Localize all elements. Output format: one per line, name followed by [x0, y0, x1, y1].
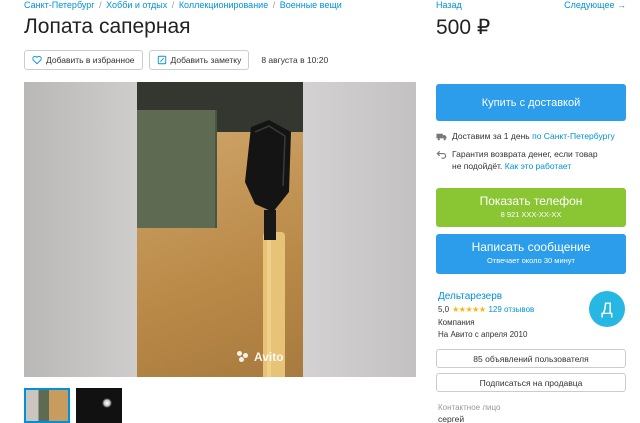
breadcrumb-item[interactable]: Хобби и отдых: [106, 0, 167, 10]
listing-actions: Добавить в избранное Добавить заметку 8 …: [24, 50, 328, 70]
breadcrumb-separator: /: [99, 0, 102, 10]
breadcrumb-item[interactable]: Военные вещи: [280, 0, 342, 10]
price: 500 ₽: [436, 16, 491, 39]
subscribe-seller-button[interactable]: Подписаться на продавца: [436, 373, 626, 392]
show-phone-button[interactable]: Показать телефон 8 921 XXX-XX-XX: [436, 188, 626, 227]
delivery-info: Доставим за 1 день по Санкт-Петербургу: [436, 130, 615, 142]
return-arrow-icon: [436, 150, 447, 159]
buy-with-delivery-button[interactable]: Купить с доставкой: [436, 84, 626, 121]
contact-name: сергей: [438, 414, 465, 423]
avatar[interactable]: Д: [589, 291, 625, 327]
thumbnail[interactable]: [24, 388, 70, 423]
star-icon: ★★★★★: [452, 305, 486, 314]
breadcrumb-item[interactable]: Санкт-Петербург: [24, 0, 95, 10]
write-message-button[interactable]: Написать сообщение Отвечает около 30 мин…: [436, 234, 626, 274]
note-icon: [157, 55, 166, 65]
seller-name[interactable]: Дельтарезерв: [438, 291, 502, 302]
watermark: Avito: [237, 350, 284, 364]
photo-blur-right: [303, 82, 416, 377]
guarantee-info: Гарантия возврата денег, если товар не п…: [436, 148, 598, 172]
contact-label: Контактное лицо: [438, 403, 501, 412]
publish-date: 8 августа в 10:20: [261, 55, 329, 65]
next-listing-link[interactable]: Следующее →: [564, 0, 626, 10]
back-link[interactable]: Назад: [436, 0, 462, 10]
breadcrumb-item[interactable]: Коллекционирование: [179, 0, 268, 10]
reviews-link[interactable]: 129 отзывов: [488, 305, 534, 314]
reply-time: Отвечает около 30 минут: [487, 256, 575, 265]
breadcrumb: Санкт-Петербург / Хобби и отдых / Коллек…: [24, 0, 342, 10]
note-label: Добавить заметку: [170, 55, 242, 65]
phone-number: 8 921 XXX-XX-XX: [500, 210, 562, 219]
add-to-favorites-button[interactable]: Добавить в избранное: [24, 50, 143, 70]
main-photo[interactable]: Avito: [137, 82, 303, 377]
seller-rating: 5,0 ★★★★★ 129 отзывов: [438, 305, 534, 314]
how-it-works-link[interactable]: Как это работает: [505, 161, 572, 171]
seller-type: Компания: [438, 318, 475, 327]
truck-icon: [436, 133, 447, 141]
guarantee-text: Гарантия возврата денег, если товар не п…: [452, 149, 598, 171]
seller-ads-button[interactable]: 85 объявлений пользователя: [436, 349, 626, 368]
thumbnail-strip: [24, 388, 122, 423]
page-title: Лопата саперная: [24, 15, 191, 38]
avito-logo-icon: [237, 351, 251, 363]
delivery-text: Доставим за 1 день по Санкт-Петербургу: [452, 131, 615, 141]
breadcrumb-separator: /: [272, 0, 276, 10]
photo-gallery[interactable]: Avito: [24, 82, 416, 377]
rating-value: 5,0: [438, 305, 450, 314]
shovel-image: [245, 120, 291, 377]
add-note-button[interactable]: Добавить заметку: [148, 50, 250, 70]
breadcrumb-separator: /: [171, 0, 175, 10]
delivery-city-link[interactable]: по Санкт-Петербургу: [532, 131, 615, 141]
seller-since: На Авито с апреля 2010: [438, 330, 528, 339]
show-phone-label: Показать телефон: [479, 194, 583, 208]
watermark-text: Avito: [254, 350, 284, 364]
thumbnail[interactable]: [76, 388, 122, 423]
heart-icon: [32, 55, 42, 65]
write-message-label: Написать сообщение: [471, 240, 591, 254]
photo-blur-left: [24, 82, 137, 377]
favorite-label: Добавить в избранное: [46, 55, 135, 65]
